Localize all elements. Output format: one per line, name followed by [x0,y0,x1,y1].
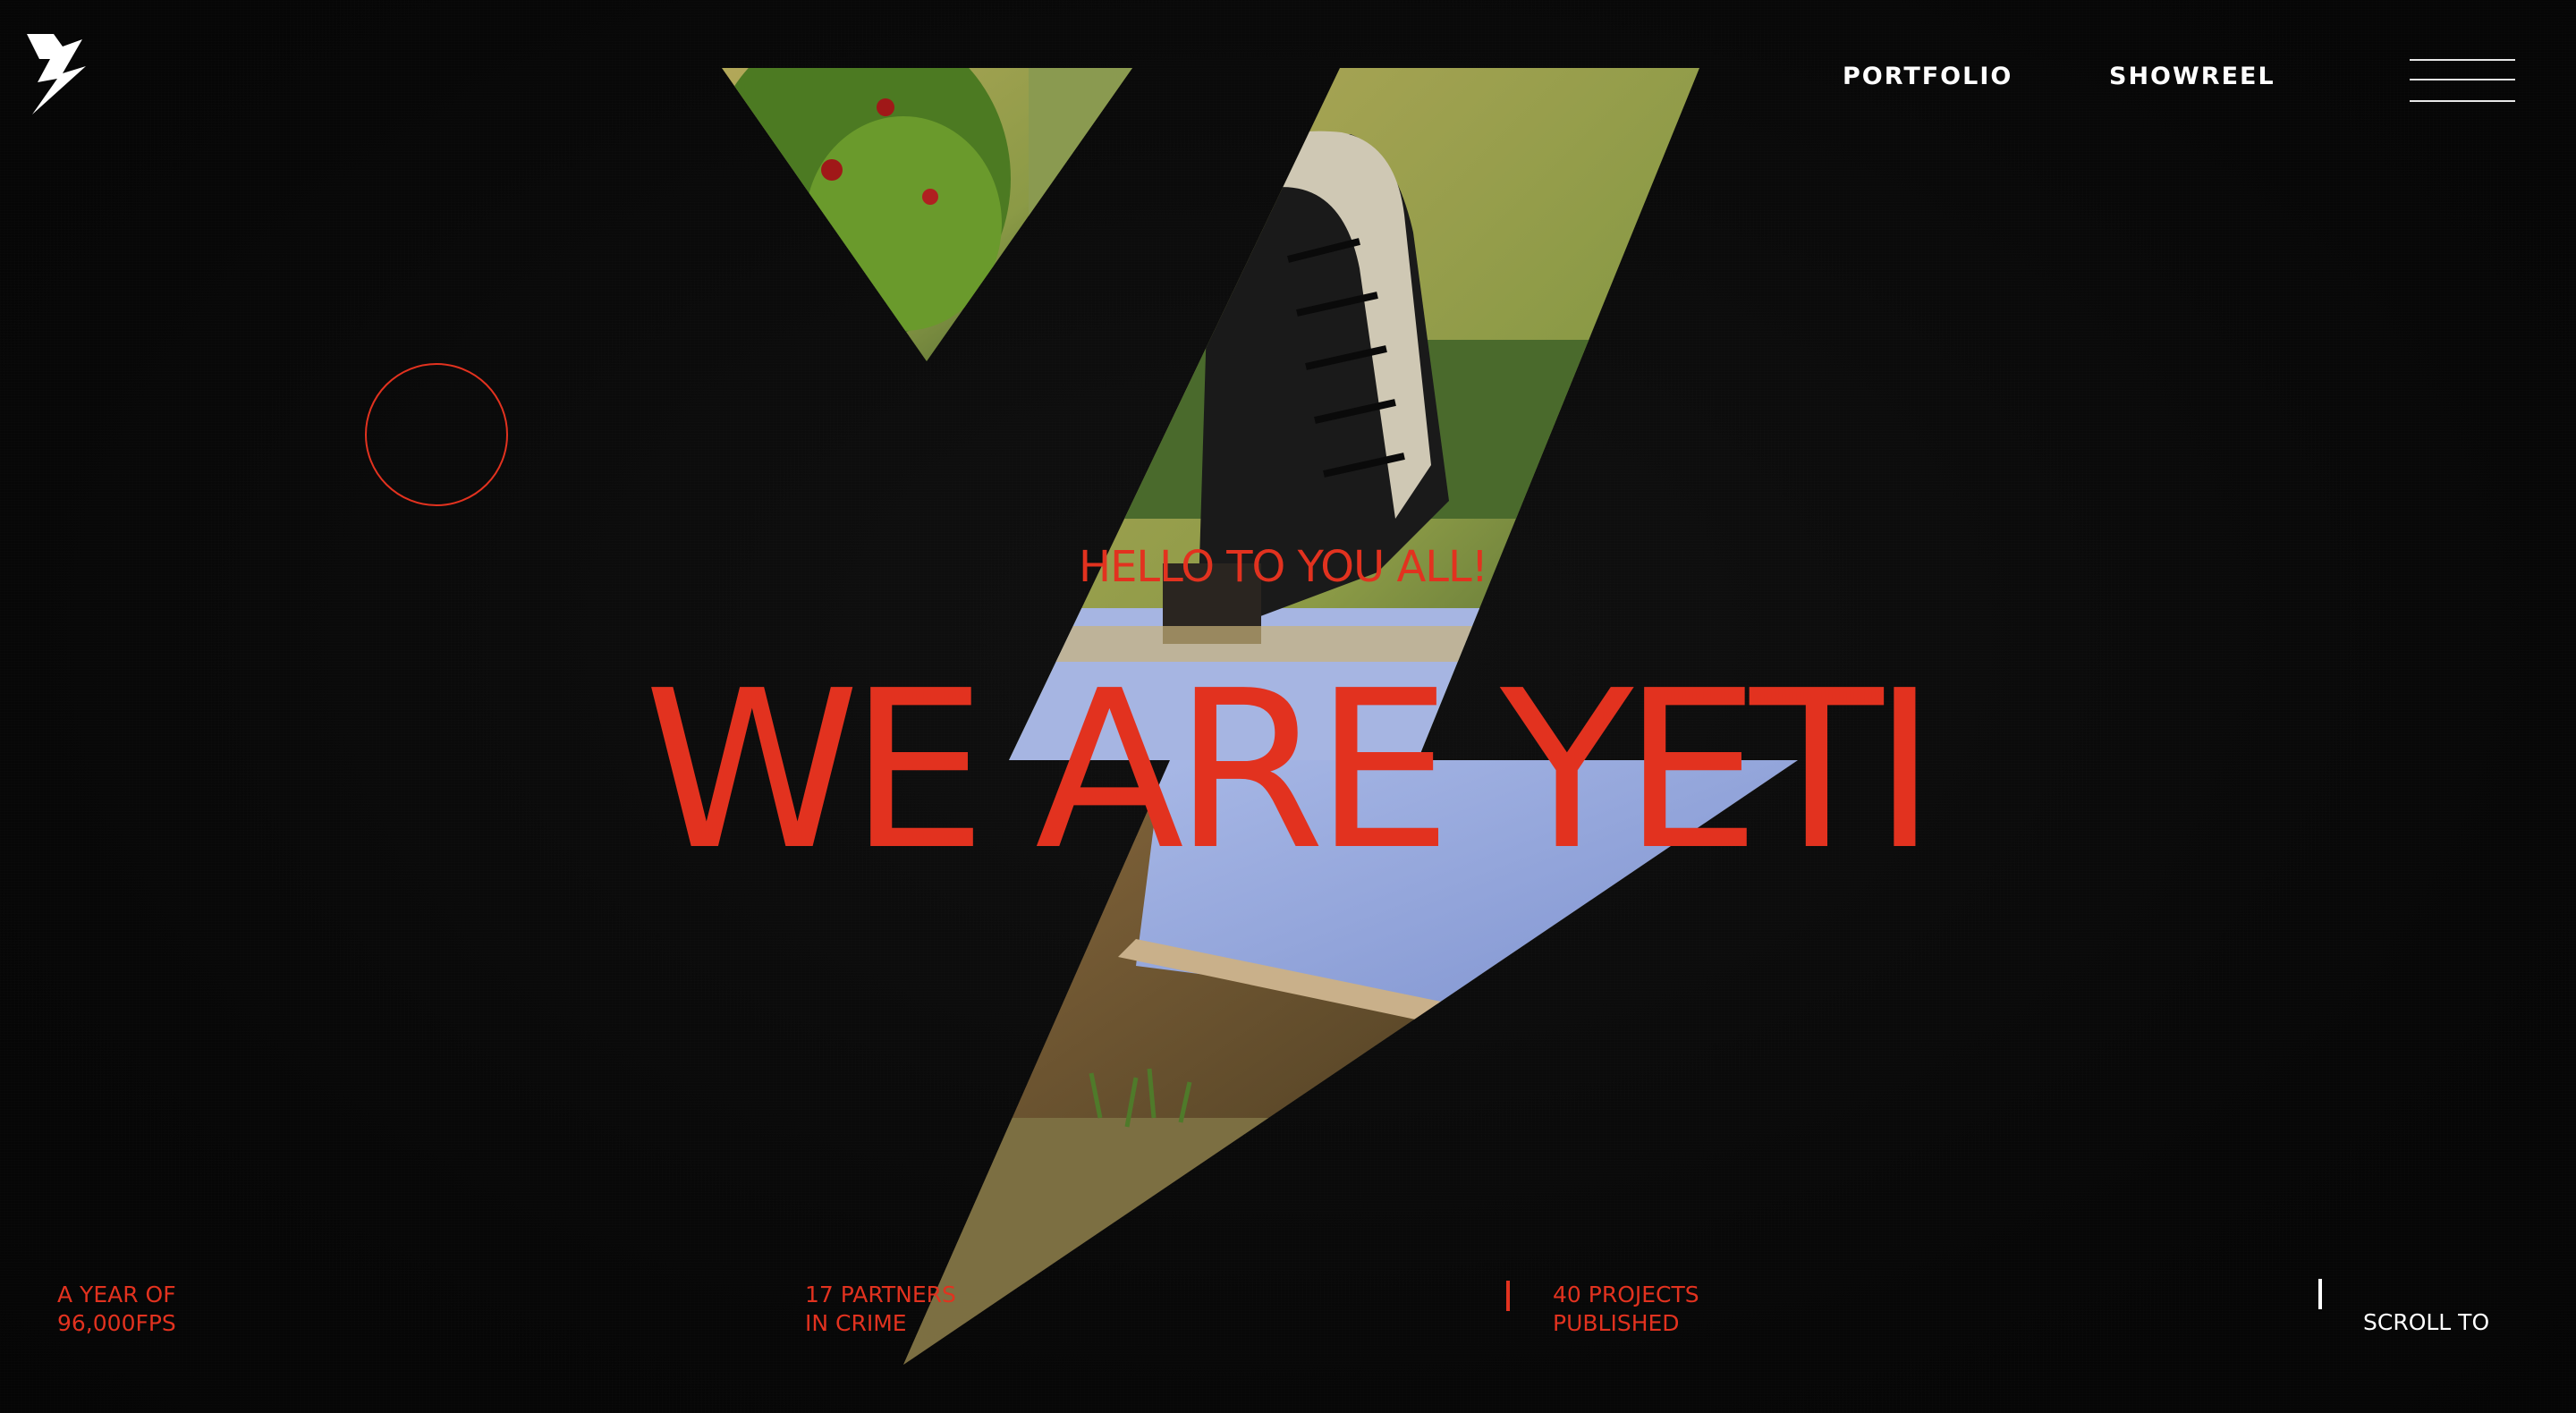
stat-line: 17 PARTNERS [805,1282,956,1307]
nav-showreel-link[interactable]: SHOWREEL [2109,63,2275,90]
stat-line: 96,000FPS [57,1310,176,1336]
hero-headline: WE ARE YETI [644,644,1936,898]
stat-line: PUBLISHED [1553,1310,1680,1336]
lightning-bolt-logo[interactable] [27,34,89,116]
stat-projects: 40 PROJECTS PUBLISHED [1553,1281,1699,1338]
stat-partners: 17 PARTNERS IN CRIME [805,1281,956,1338]
nav-portfolio-link[interactable]: PORTFOLIO [1843,63,2012,90]
scroll-indicator-bar [2318,1279,2322,1309]
stat-line: A YEAR OF [57,1282,176,1307]
hamburger-menu-icon[interactable] [2410,57,2517,106]
cursor-circle [365,363,508,506]
stat-frames: A YEAR OF 96,000FPS [57,1281,176,1338]
hero-stage: PORTFOLIO SHOWREEL HELLO TO YOU ALL! WE … [0,0,2576,1413]
stat-line: 40 PROJECTS [1553,1282,1699,1307]
hero-greeting: HELLO TO YOU ALL! [1079,542,1488,592]
menu-line [2410,59,2515,61]
scroll-to-button[interactable]: SCROLL TO [2363,1309,2489,1335]
video-fragment-shrub [722,68,1132,361]
divider-bar [1506,1281,1510,1311]
menu-line [2410,79,2515,80]
menu-line [2410,100,2515,102]
stat-line: IN CRIME [805,1310,907,1336]
